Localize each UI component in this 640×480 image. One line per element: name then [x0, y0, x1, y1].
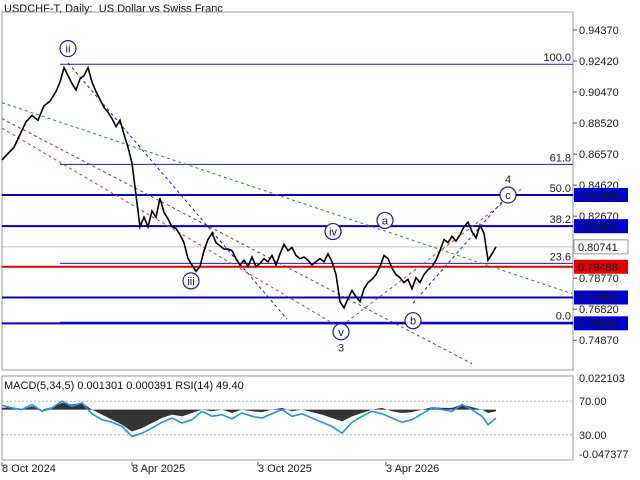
trend-line-red [1, 127, 343, 330]
main-plot-frame [1, 11, 574, 371]
wave-label: v [338, 327, 344, 339]
level-price-label: 0.84000 [578, 190, 618, 202]
trend-line-red-2 [341, 188, 523, 326]
subchart-y-label: 0.022103 [579, 373, 625, 385]
subchart-y-label: 30.00 [579, 430, 607, 442]
x-tick-label: 3 Oct 2025 [258, 463, 312, 475]
x-tick-label: 3 Apr 2026 [386, 463, 439, 475]
y-tick-label: 0.76820 [579, 304, 619, 316]
y-tick-label: 0.74870 [579, 335, 619, 347]
level-price-label: 0.79488 [578, 262, 618, 274]
trend-line-green [1, 102, 573, 295]
current-price-label: 0.80741 [578, 242, 618, 254]
wave-label: iii [187, 276, 194, 288]
wave-label: b [410, 316, 416, 328]
wave-label: c [505, 190, 511, 202]
trend-line-purple [1, 118, 473, 365]
wave-label: 4 [505, 174, 511, 186]
fib-level-label: 23.6 [550, 251, 571, 263]
subchart-frame [1, 375, 574, 461]
wave-label: 3 [338, 343, 344, 355]
macd-histogram [2, 402, 496, 432]
x-tick-label: 8 Apr 2025 [132, 463, 185, 475]
trend-line-blue-2 [412, 194, 509, 304]
price-chart[interactable]: 0.943700.924200.904700.885200.865700.846… [0, 0, 640, 480]
wave-label: a [382, 215, 389, 227]
fib-level-label: 61.8 [550, 152, 571, 164]
level-price-label: 0.82041 [578, 221, 618, 233]
fib-level-label: 38.2 [550, 214, 571, 226]
wave-label: ii [66, 44, 71, 56]
y-tick-label: 0.78770 [579, 273, 619, 285]
y-tick-label: 0.88520 [579, 118, 619, 130]
x-tick-label: 8 Oct 2024 [2, 463, 56, 475]
fib-level-label: 0.0 [556, 310, 571, 322]
y-tick-label: 0.90470 [579, 87, 619, 99]
wave-label: iv [329, 227, 337, 239]
y-tick-label: 0.92420 [579, 56, 619, 68]
subchart-y-label: -0.047377 [579, 449, 629, 461]
fib-level-label: 100.0 [543, 52, 571, 64]
price-line [1, 65, 497, 310]
y-tick-label: 0.86570 [579, 149, 619, 161]
level-price-label: 0.77557 [578, 292, 618, 304]
level-price-label: 0.75934 [578, 318, 618, 330]
subchart-y-label: 70.00 [579, 396, 607, 408]
y-tick-label: 0.94370 [579, 25, 619, 37]
fib-level-label: 50.0 [550, 183, 571, 195]
